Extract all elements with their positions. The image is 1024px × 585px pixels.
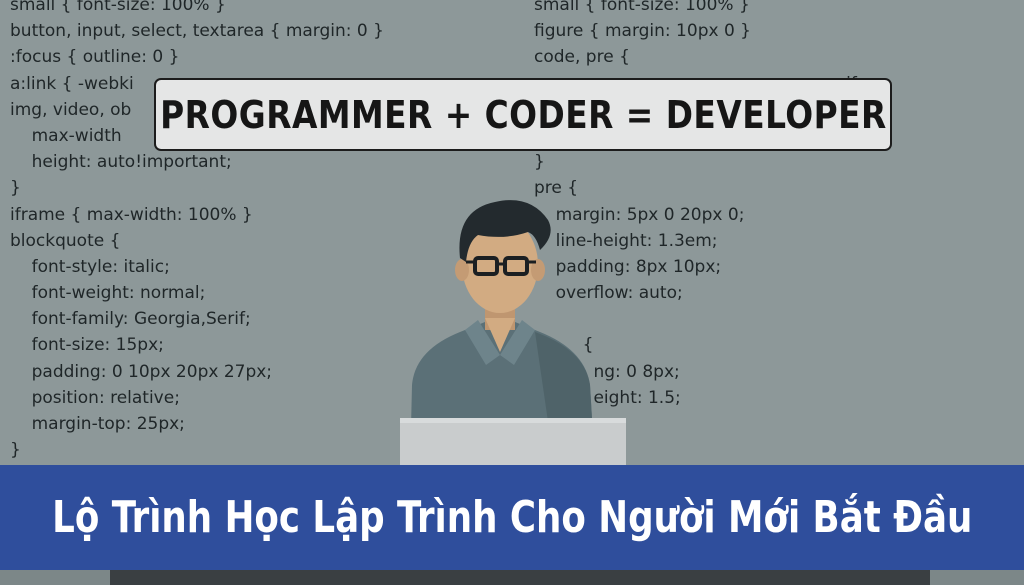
code-line: }: [534, 152, 545, 173]
code-line: small { font-size: 100% }: [10, 0, 226, 15]
laptop: [400, 418, 626, 470]
code-line: small { font-size: 100% }: [534, 0, 750, 15]
code-line: code, pre {: [534, 47, 630, 68]
developer-illustration: [400, 200, 626, 470]
title-bar: Lộ Trình Học Lập Trình Cho Người Mới Bắt…: [0, 465, 1024, 570]
code-line: button, input, select, textarea { margin…: [10, 21, 384, 42]
headline-banner: PROGRAMMER + CODER = DEVELOPER: [154, 78, 892, 151]
headline-text: PROGRAMMER + CODER = DEVELOPER: [159, 92, 887, 137]
desk-edge: [110, 570, 930, 585]
code-line: height: auto!important;: [10, 152, 232, 173]
code-line: figure { margin: 10px 0 }: [534, 21, 751, 42]
code-line: :focus { outline: 0 }: [10, 47, 180, 68]
floor-strip: [0, 570, 1024, 585]
title-text: Lộ Trình Học Lập Trình Cho Người Mới Bắt…: [51, 492, 973, 543]
